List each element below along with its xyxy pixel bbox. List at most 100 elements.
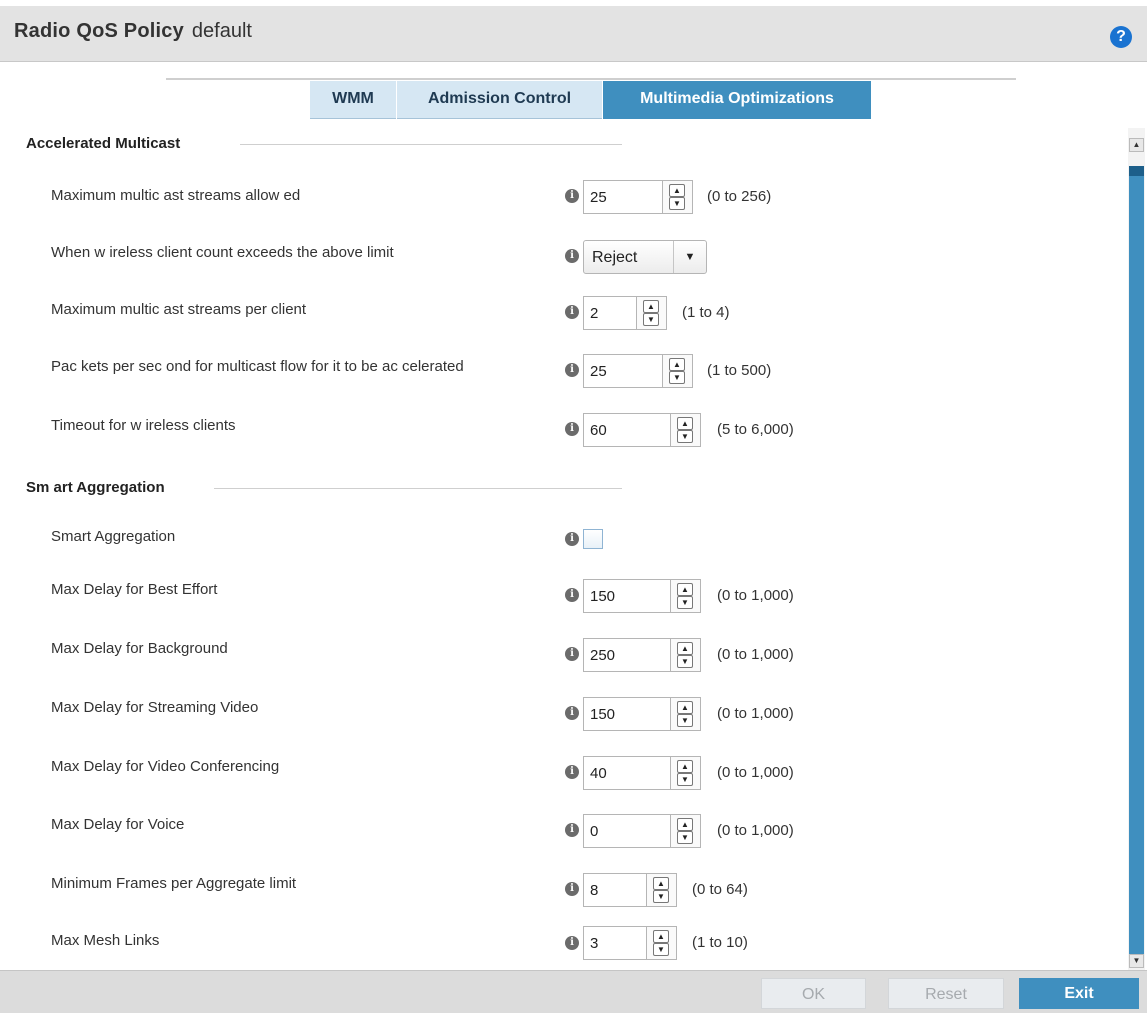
arrow-down-icon[interactable]: ▼ xyxy=(669,371,685,384)
streams-per-client-label: Maximum multic ast streams per client xyxy=(51,301,307,318)
reset-button[interactable]: Reset xyxy=(888,978,1004,1009)
arrow-up-icon[interactable]: ▲ xyxy=(653,930,669,943)
scroll-up-icon[interactable]: ▲ xyxy=(1129,138,1144,152)
streams-per-client-stepper[interactable]: 2 ▲ ▼ xyxy=(583,296,667,330)
scrollbar-thumb[interactable] xyxy=(1129,166,1144,961)
stepper-buttons: ▲ ▼ xyxy=(670,580,700,612)
range-hint: (0 to 1,000) xyxy=(717,705,794,722)
min-frames-stepper[interactable]: 8 ▲ ▼ xyxy=(583,873,677,907)
stepper-buttons: ▲ ▼ xyxy=(670,414,700,446)
arrow-up-icon[interactable]: ▲ xyxy=(677,642,693,655)
stepper-value: 150 xyxy=(590,706,616,723)
info-icon[interactable]: i xyxy=(565,647,579,661)
stepper-value: 60 xyxy=(590,422,607,439)
section-title: Accelerated Multicast xyxy=(26,135,181,152)
arrow-up-icon[interactable]: ▲ xyxy=(653,877,669,890)
tab-wmm[interactable]: WMM xyxy=(310,81,396,119)
question-circle-icon[interactable]: ? xyxy=(1110,26,1132,48)
chevron-down-icon: ▼ xyxy=(673,241,706,273)
arrow-up-icon[interactable]: ▲ xyxy=(677,583,693,596)
info-icon[interactable]: i xyxy=(565,588,579,602)
info-icon[interactable]: i xyxy=(565,706,579,720)
exceed-action-label: When w ireless client count exceeds the … xyxy=(51,244,394,261)
info-icon[interactable]: i xyxy=(565,823,579,837)
arrow-down-icon[interactable]: ▼ xyxy=(653,890,669,903)
info-icon[interactable]: i xyxy=(565,305,579,319)
arrow-up-icon[interactable]: ▲ xyxy=(677,760,693,773)
stepper-value: 25 xyxy=(590,189,607,206)
voice-delay-label: Max Delay for Voice xyxy=(51,816,185,833)
best-effort-delay-label: Max Delay for Best Effort xyxy=(51,581,218,598)
range-hint: (5 to 6,000) xyxy=(717,421,794,438)
arrow-down-icon[interactable]: ▼ xyxy=(677,773,693,786)
stepper-buttons: ▲ ▼ xyxy=(662,181,692,213)
max-multicast-streams-label: Maximum multic ast streams allow ed xyxy=(51,187,301,204)
exceed-action-select[interactable]: Reject ▼ xyxy=(583,240,707,274)
info-icon[interactable]: i xyxy=(565,363,579,377)
arrow-down-icon[interactable]: ▼ xyxy=(643,313,659,326)
info-icon[interactable]: i xyxy=(565,249,579,263)
stepper-value: 3 xyxy=(590,935,599,952)
info-icon[interactable]: i xyxy=(565,765,579,779)
max-mesh-links-stepper[interactable]: 3 ▲ ▼ xyxy=(583,926,677,960)
stepper-value: 0 xyxy=(590,823,599,840)
section-title: Sm art Aggregation xyxy=(26,479,165,496)
arrow-up-icon[interactable]: ▲ xyxy=(669,358,685,371)
streaming-video-delay-label: Max Delay for Streaming Video xyxy=(51,699,259,716)
range-hint: (0 to 64) xyxy=(692,881,748,898)
streaming-video-delay-stepper[interactable]: 150 ▲ ▼ xyxy=(583,697,701,731)
arrow-up-icon[interactable]: ▲ xyxy=(677,417,693,430)
range-hint: (0 to 1,000) xyxy=(717,587,794,604)
timeout-label: Timeout for w ireless clients xyxy=(51,417,236,434)
policy-name: default xyxy=(191,20,252,42)
arrow-down-icon[interactable]: ▼ xyxy=(677,831,693,844)
info-icon[interactable]: i xyxy=(565,532,579,546)
tab-admission-control[interactable]: Admission Control xyxy=(397,81,602,119)
stepper-buttons: ▲ ▼ xyxy=(670,698,700,730)
best-effort-delay-stepper[interactable]: 150 ▲ ▼ xyxy=(583,579,701,613)
dialog-title: Radio QoS Policy default xyxy=(14,20,252,43)
range-hint: (0 to 256) xyxy=(707,188,772,205)
info-icon[interactable]: i xyxy=(565,189,579,203)
vertical-scrollbar[interactable]: ▲ ▼ xyxy=(1128,128,1145,972)
arrow-up-icon[interactable]: ▲ xyxy=(669,184,685,197)
tab-multimedia-optimizations[interactable]: Multimedia Optimizations xyxy=(603,81,871,119)
arrow-down-icon[interactable]: ▼ xyxy=(669,197,685,210)
range-hint: (1 to 500) xyxy=(707,362,772,379)
arrow-down-icon[interactable]: ▼ xyxy=(677,596,693,609)
info-icon[interactable]: i xyxy=(565,936,579,950)
range-hint: (1 to 4) xyxy=(682,304,730,321)
dialog-footer: OK Reset Exit xyxy=(0,970,1147,1013)
arrow-down-icon[interactable]: ▼ xyxy=(653,943,669,956)
info-icon[interactable]: i xyxy=(565,422,579,436)
stepper-value: 8 xyxy=(590,882,599,899)
timeout-stepper[interactable]: 60 ▲ ▼ xyxy=(583,413,701,447)
ok-button[interactable]: OK xyxy=(761,978,866,1009)
section-accelerated-multicast: Accelerated Multicast xyxy=(26,135,622,152)
smart-aggregation-label: Smart Aggregation xyxy=(51,528,176,545)
video-conferencing-delay-label: Max Delay for Video Conferencing xyxy=(51,758,280,775)
smart-aggregation-checkbox[interactable] xyxy=(583,529,603,549)
video-conferencing-delay-stepper[interactable]: 40 ▲ ▼ xyxy=(583,756,701,790)
stepper-buttons: ▲ ▼ xyxy=(662,355,692,387)
background-delay-stepper[interactable]: 250 ▲ ▼ xyxy=(583,638,701,672)
arrow-up-icon[interactable]: ▲ xyxy=(677,818,693,831)
info-icon[interactable]: i xyxy=(565,882,579,896)
section-divider xyxy=(240,144,622,145)
voice-delay-stepper[interactable]: 0 ▲ ▼ xyxy=(583,814,701,848)
arrow-down-icon[interactable]: ▼ xyxy=(677,430,693,443)
packets-per-second-label: Pac kets per sec ond for multicast flow … xyxy=(51,358,464,375)
tab-divider xyxy=(166,78,1016,80)
arrow-up-icon[interactable]: ▲ xyxy=(677,701,693,714)
stepper-value: 250 xyxy=(590,647,616,664)
arrow-up-icon[interactable]: ▲ xyxy=(643,300,659,313)
scroll-down-icon[interactable]: ▼ xyxy=(1129,954,1144,968)
arrow-down-icon[interactable]: ▼ xyxy=(677,655,693,668)
exit-button[interactable]: Exit xyxy=(1019,978,1139,1009)
page-title: Radio QoS Policy xyxy=(14,20,184,42)
select-value: Reject xyxy=(592,249,638,266)
packets-per-second-stepper[interactable]: 25 ▲ ▼ xyxy=(583,354,693,388)
stepper-buttons: ▲ ▼ xyxy=(670,815,700,847)
arrow-down-icon[interactable]: ▼ xyxy=(677,714,693,727)
max-multicast-streams-stepper[interactable]: 25 ▲ ▼ xyxy=(583,180,693,214)
